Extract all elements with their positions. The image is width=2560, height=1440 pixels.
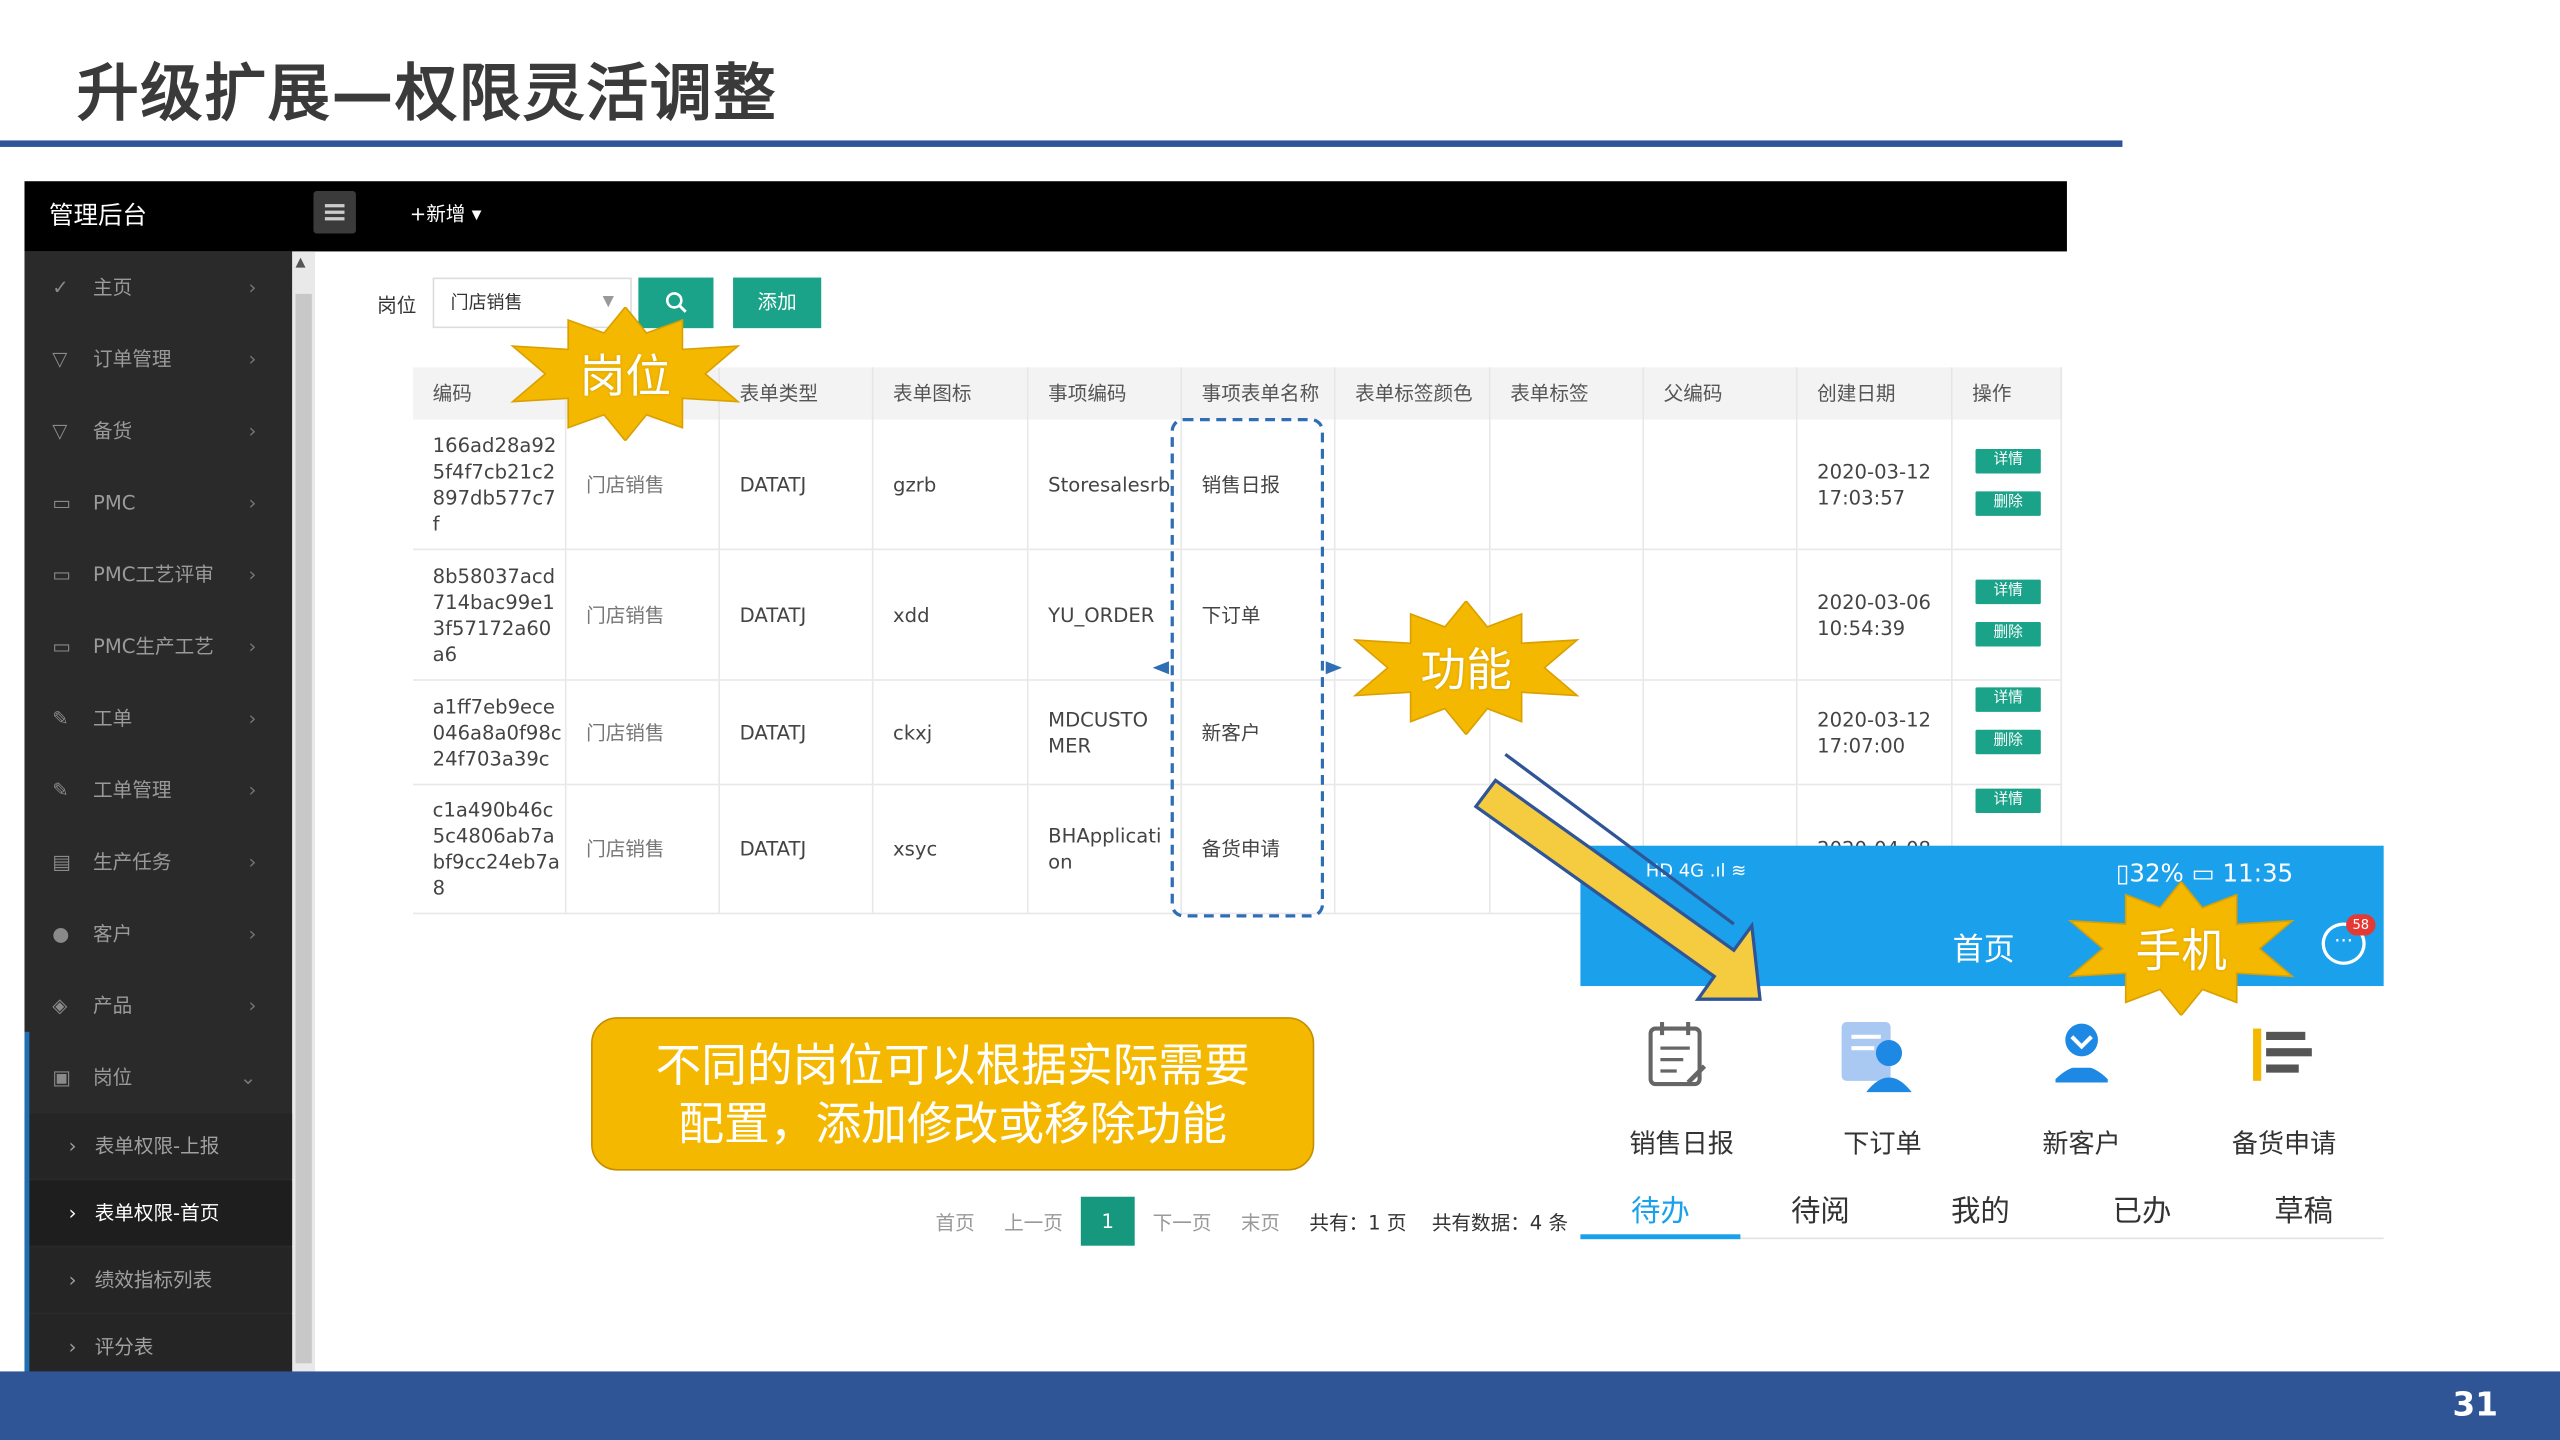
- phone-annotation-burst: 手机: [2064, 880, 2299, 1017]
- annotation-arrows: [1152, 661, 1762, 1001]
- phone-annotation-text: 手机: [2135, 924, 2227, 978]
- page-number: 31: [2452, 1384, 2498, 1424]
- post-annotation-text: 岗位: [579, 349, 672, 404]
- function-annotation-burst: 功能: [1349, 599, 1584, 736]
- slide-footer: [0, 1371, 2560, 1440]
- function-annotation-text: 功能: [1420, 643, 1512, 698]
- callout-box: 不同的岗位可以根据实际需要 配置，添加修改或移除功能: [591, 1017, 1315, 1171]
- post-annotation-burst: 岗位: [503, 305, 748, 443]
